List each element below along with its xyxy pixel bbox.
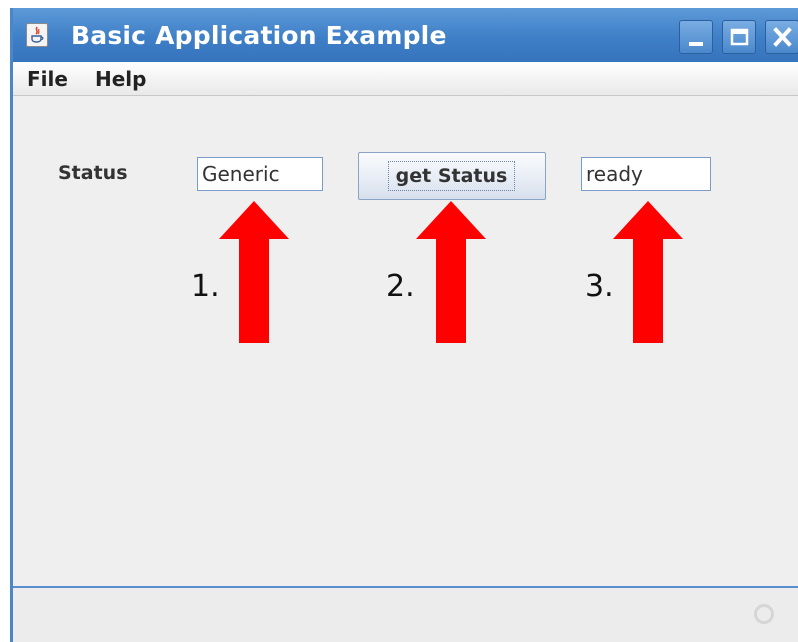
busy-indicator-icon — [754, 604, 774, 624]
step-number-2: 2. — [386, 269, 415, 304]
arrow-up-icon — [613, 201, 683, 343]
maximize-button[interactable] — [722, 20, 756, 54]
menu-help[interactable]: Help — [95, 67, 146, 91]
get-status-button-label: get Status — [388, 161, 515, 191]
menu-bar: File Help — [13, 62, 798, 96]
step-number-3: 3. — [585, 269, 614, 304]
java-app-icon — [26, 23, 48, 47]
arrow-up-icon — [219, 201, 289, 343]
main-panel: Status get Status 1. 2. 3. — [13, 96, 798, 586]
status-input-field[interactable] — [197, 157, 323, 191]
status-label: Status — [58, 162, 128, 184]
minimize-button[interactable] — [679, 20, 713, 54]
window-title: Basic Application Example — [71, 21, 447, 50]
status-output-field[interactable] — [581, 157, 711, 191]
menu-file[interactable]: File — [27, 67, 68, 91]
close-icon — [773, 27, 792, 47]
close-button[interactable] — [765, 20, 798, 54]
arrow-up-icon — [416, 201, 486, 343]
maximize-icon — [730, 28, 749, 46]
application-window: Basic Application Example File Help Stat… — [10, 8, 798, 642]
title-bar[interactable]: Basic Application Example — [13, 8, 798, 62]
status-bar — [13, 588, 798, 642]
minimize-icon — [689, 42, 703, 46]
step-number-1: 1. — [191, 269, 220, 304]
get-status-button[interactable]: get Status — [358, 152, 546, 200]
